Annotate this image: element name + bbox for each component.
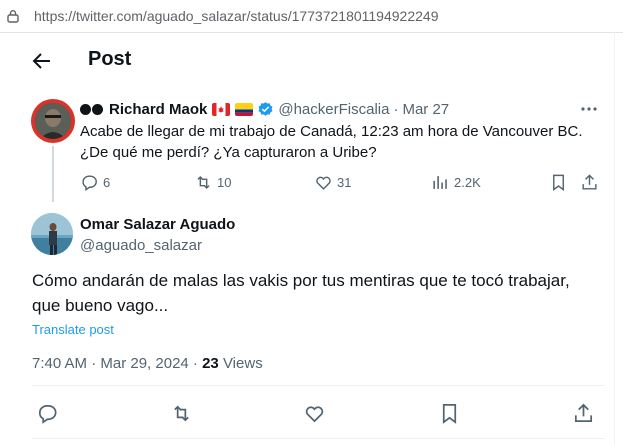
post-text: Cómo andarán de malas las vakis por tus … [32, 271, 570, 315]
post-timestamp[interactable]: 7:40 AM · Mar 29, 2024 · 23 Views [32, 355, 263, 372]
repost-icon[interactable] [170, 402, 193, 425]
author-handle[interactable]: @aguado_salazar [80, 237, 202, 254]
share-icon [582, 174, 597, 190]
avatar[interactable] [31, 99, 75, 143]
views-button[interactable]: 2.2K [431, 173, 481, 192]
more-icon[interactable] [580, 100, 598, 118]
black-circle-icon [92, 103, 103, 115]
reply-button[interactable]: 6 [80, 173, 110, 192]
parent-action-bar: 6 10 31 2.2K [0, 173, 614, 195]
url-text[interactable]: https://twitter.com/aguado_salazar/statu… [34, 8, 438, 24]
share-icon[interactable] [572, 402, 595, 425]
column-border [614, 32, 615, 445]
views-icon [433, 176, 447, 189]
verified-badge-icon [258, 101, 273, 116]
parent-post-text: Acabe de llegar de mi trabajo de Canadá,… [80, 123, 583, 161]
bookmark-button[interactable] [549, 173, 568, 192]
meta-separator: · [393, 100, 399, 118]
like-icon[interactable] [303, 402, 326, 425]
black-circle-icon [80, 103, 91, 115]
page-header: Post [0, 32, 614, 90]
views-count: 2.2K [454, 175, 481, 190]
timestamp-text: 7:40 AM · Mar 29, 2024 · [32, 355, 203, 372]
colombia-flag-icon [235, 102, 254, 116]
post-date[interactable]: Mar 27 [402, 101, 449, 118]
reply-count: 6 [103, 175, 111, 190]
divider [32, 438, 605, 439]
avatar[interactable] [31, 213, 73, 255]
like-count: 31 [337, 175, 352, 190]
repost-count: 10 [217, 175, 232, 190]
like-icon [316, 176, 331, 190]
translate-post-link[interactable]: Translate post [32, 322, 114, 337]
repost-button[interactable]: 10 [194, 173, 231, 192]
browser-address-bar[interactable]: https://twitter.com/aguado_salazar/statu… [0, 0, 623, 33]
avatar-image [35, 103, 71, 139]
author-handle[interactable]: @hackerFiscalia [278, 101, 389, 118]
bookmark-icon [553, 174, 564, 192]
share-button[interactable] [580, 173, 599, 192]
canada-flag-icon [212, 102, 231, 116]
avatar-image [31, 213, 73, 255]
main-action-bar [0, 402, 614, 426]
repost-icon [197, 175, 210, 190]
views-label: Views [218, 355, 263, 372]
views-count: 23 [202, 355, 219, 372]
back-arrow-icon[interactable] [30, 49, 54, 73]
parent-author-row: Richard Maok @hackerFiscalia · Mar 27 [80, 99, 449, 119]
like-button[interactable]: 31 [314, 173, 351, 192]
page-title: Post [88, 48, 132, 70]
reply-icon[interactable] [36, 402, 59, 425]
author-name[interactable]: Richard Maok [109, 101, 207, 118]
divider [32, 385, 605, 386]
author-name[interactable]: Omar Salazar Aguado [80, 216, 235, 233]
lock-icon[interactable] [6, 9, 20, 23]
reply-icon [82, 175, 97, 191]
bookmark-icon[interactable] [438, 402, 461, 425]
